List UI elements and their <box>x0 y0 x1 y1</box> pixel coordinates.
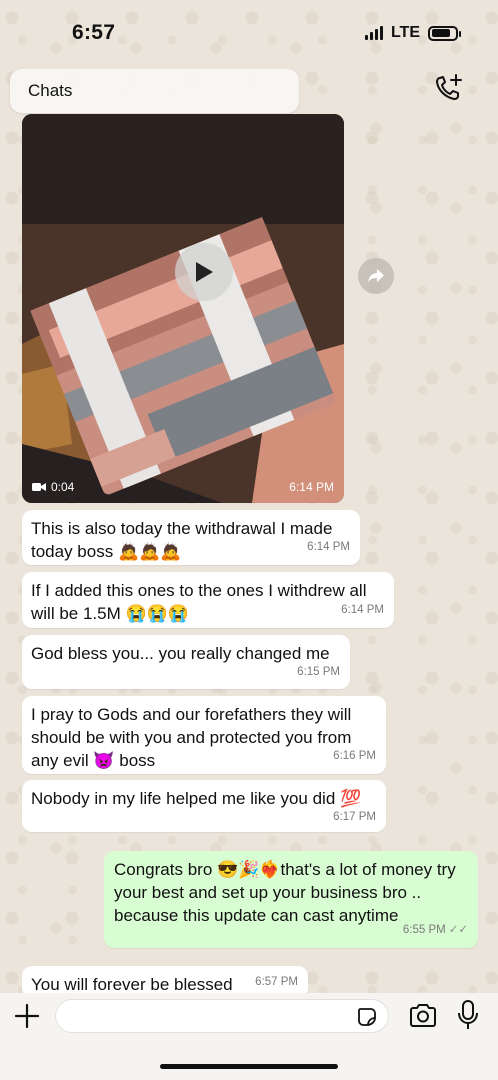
message-status: 6:55 PM ✓✓ <box>403 919 468 942</box>
forward-icon <box>368 269 384 283</box>
home-indicator[interactable] <box>160 1064 338 1069</box>
video-thumbnail <box>22 114 344 503</box>
message-bubble-outgoing[interactable]: Congrats bro 😎🎉❤️‍🔥that's a lot of money… <box>104 851 478 948</box>
status-time: 6:57 <box>72 21 116 44</box>
message-input[interactable] <box>55 999 389 1033</box>
message-text: You will forever be blessed <box>31 975 233 994</box>
video-timestamp: 6:14 PM <box>289 480 334 494</box>
status-indicators: LTE <box>364 24 461 42</box>
signal-icon <box>364 26 383 40</box>
play-icon <box>196 262 213 282</box>
message-text: Congrats bro 😎🎉❤️‍🔥that's a lot of money… <box>114 860 456 925</box>
back-label: Chats <box>28 81 73 100</box>
message-bubble-incoming[interactable]: Nobody in my life helped me like you did… <box>22 780 386 832</box>
back-to-chats-button[interactable]: Chats <box>10 69 299 113</box>
message-text: This is also today the withdrawal I made… <box>31 519 333 561</box>
message-text: If I added this ones to the ones I withd… <box>31 581 367 623</box>
message-composer <box>0 993 498 1080</box>
message-text: I pray to Gods and our forefathers they … <box>31 705 352 770</box>
message-text: Nobody in my life helped me like you did… <box>31 789 362 808</box>
forward-button[interactable] <box>358 258 394 294</box>
read-ticks-icon: ✓✓ <box>448 924 468 936</box>
message-timestamp: 6:14 PM <box>341 604 384 616</box>
add-call-icon[interactable] <box>432 72 464 104</box>
message-text: God bless you... you really changed me <box>31 644 330 663</box>
battery-icon <box>428 25 461 41</box>
message-timestamp: 6:15 PM <box>297 666 340 678</box>
message-timestamp: 6:16 PM <box>333 750 376 762</box>
video-duration: 0:04 <box>32 480 74 494</box>
camera-icon[interactable] <box>408 1001 438 1031</box>
sticker-icon[interactable] <box>356 1006 378 1028</box>
video-message[interactable]: 0:04 6:14 PM <box>22 114 344 503</box>
message-bubble-incoming[interactable]: If I added this ones to the ones I withd… <box>22 572 394 628</box>
play-button[interactable] <box>175 243 233 301</box>
video-camera-icon <box>32 483 46 491</box>
message-bubble-incoming[interactable]: I pray to Gods and our forefathers they … <box>22 696 386 774</box>
message-bubble-incoming[interactable]: This is also today the withdrawal I made… <box>22 510 360 565</box>
network-label: LTE <box>390 24 420 41</box>
microphone-icon[interactable] <box>456 999 480 1031</box>
attach-plus-icon[interactable] <box>12 1001 42 1031</box>
video-duration-label: 0:04 <box>51 480 75 494</box>
message-timestamp: 6:14 PM <box>307 541 350 553</box>
status-bar: 6:57 LTE <box>0 0 498 66</box>
message-timestamp: 6:55 PM <box>402 924 446 936</box>
message-bubble-incoming[interactable]: God bless you... you really changed me 6… <box>22 635 350 689</box>
message-timestamp: 6:57 PM <box>255 976 298 988</box>
message-timestamp: 6:17 PM <box>333 811 376 823</box>
